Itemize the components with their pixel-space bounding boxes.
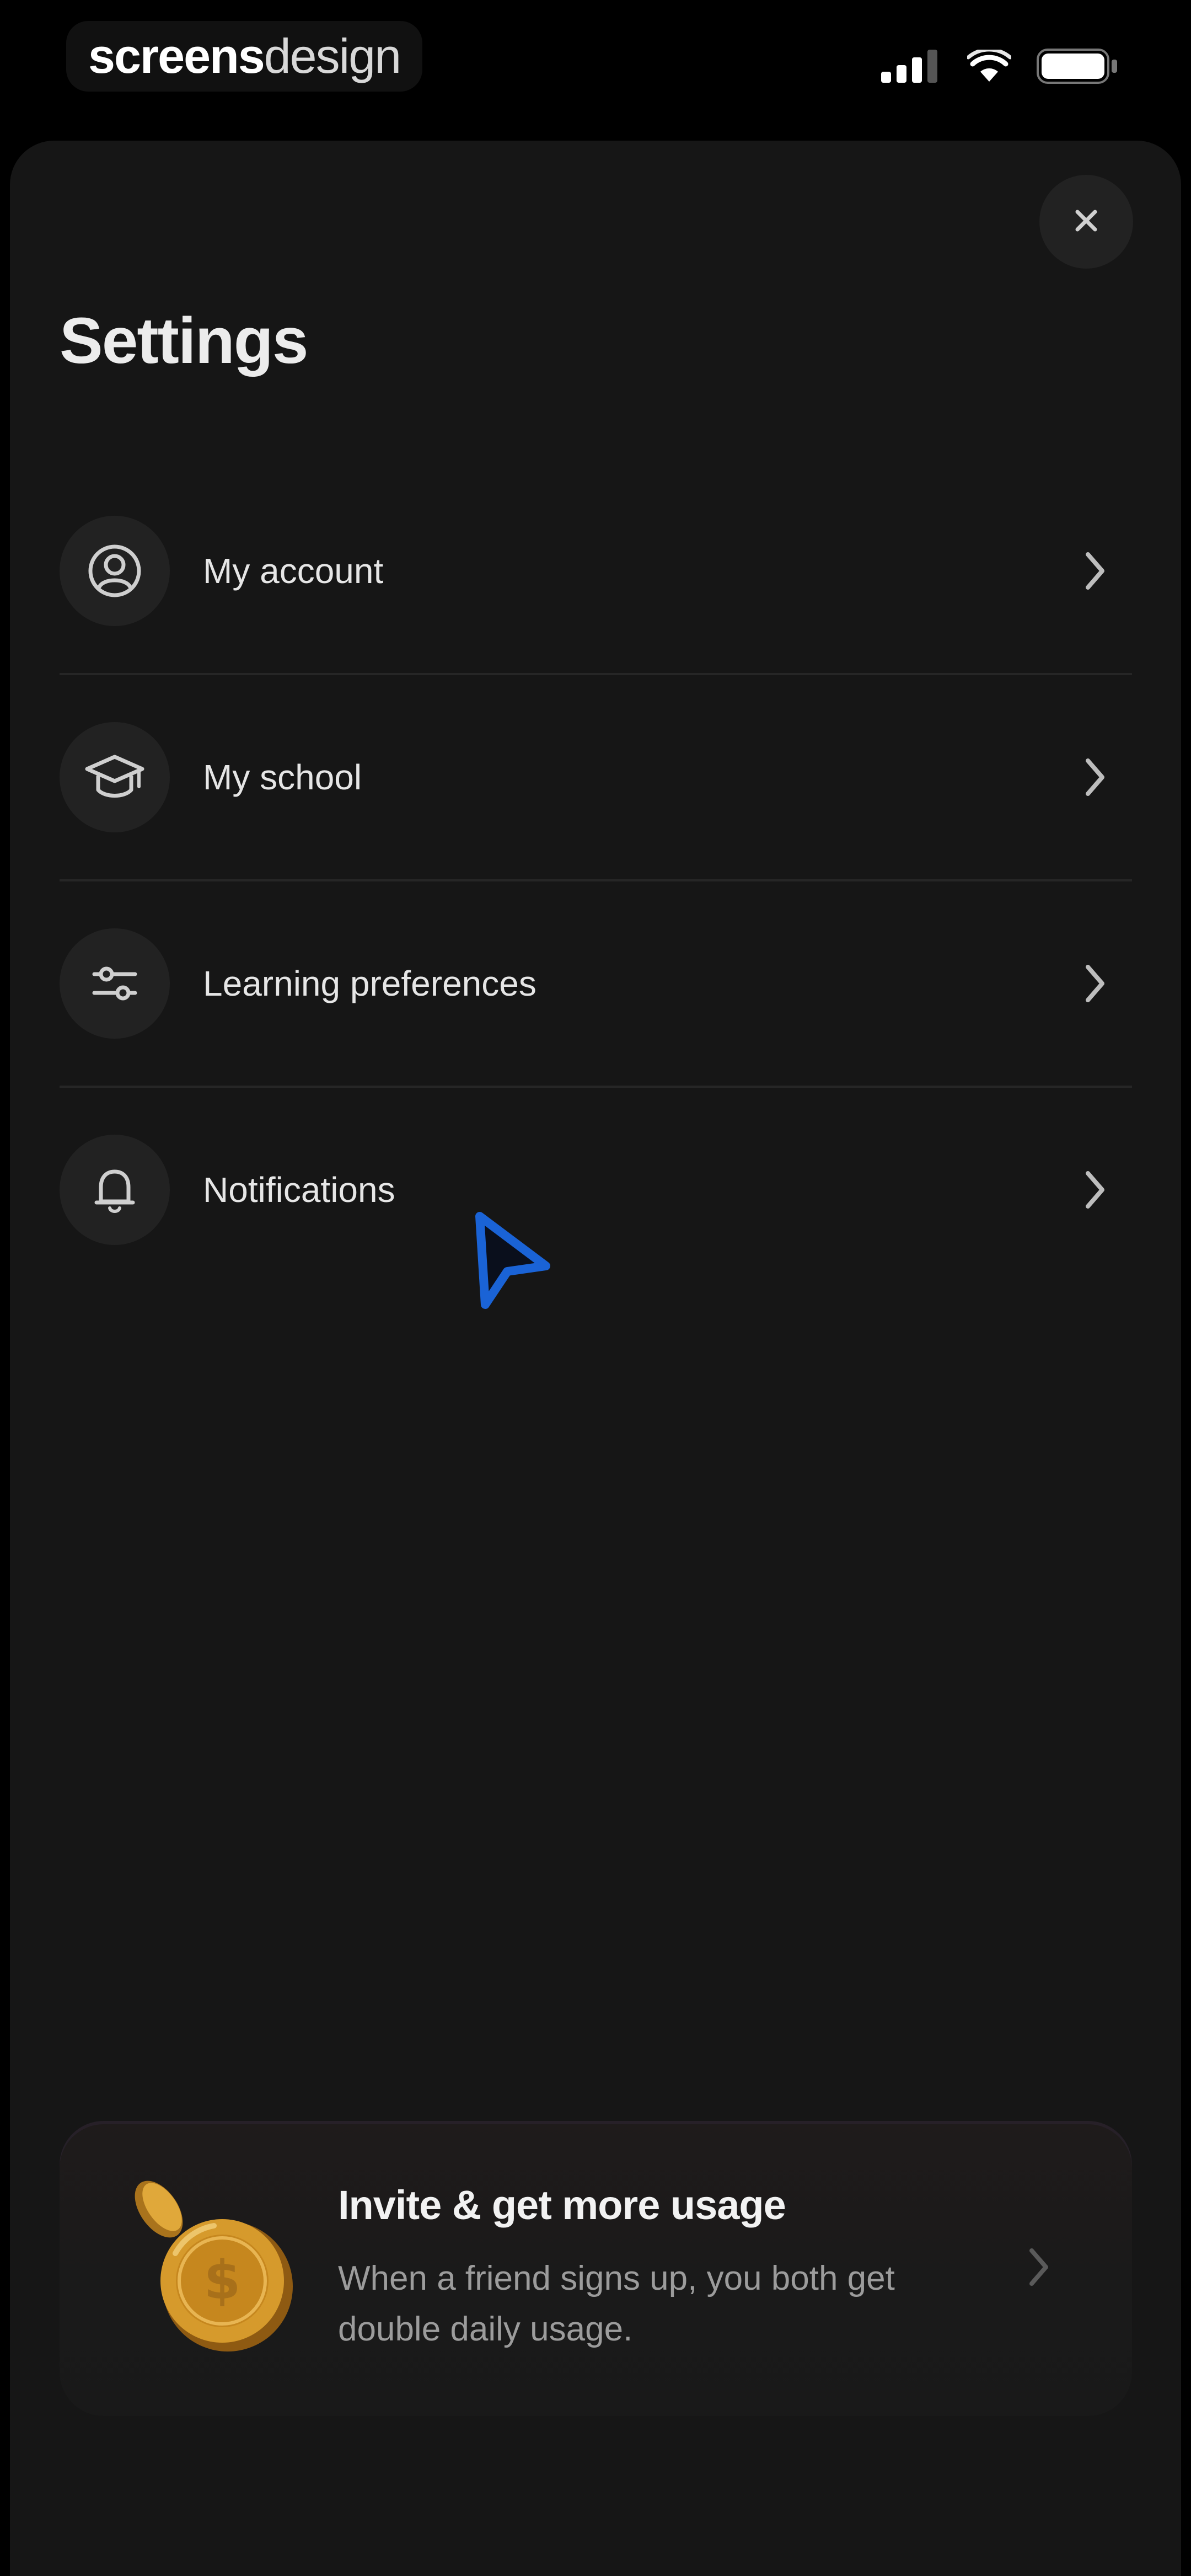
settings-item-my-school[interactable]: My school <box>60 673 1132 879</box>
settings-item-learning-preferences[interactable]: Learning preferences <box>60 879 1132 1086</box>
close-icon <box>1070 204 1103 240</box>
settings-menu: My account My school Learning preference… <box>60 469 1132 1292</box>
status-icons <box>881 47 1119 87</box>
coin-icon: $ <box>120 2171 308 2369</box>
close-button[interactable] <box>1039 175 1133 269</box>
settings-item-label: My account <box>203 551 384 591</box>
screen: screens design Settings My account My sc… <box>0 0 1191 2576</box>
chevron-right-icon <box>1067 956 1122 1011</box>
settings-item-notifications[interactable]: Notifications <box>60 1086 1132 1292</box>
svg-text:$: $ <box>204 2249 241 2311</box>
settings-item-my-account[interactable]: My account <box>60 469 1132 673</box>
graduation-cap-icon <box>60 722 170 832</box>
sliders-icon <box>60 928 170 1039</box>
signal-icon <box>881 50 942 85</box>
brand-watermark: screens design <box>66 21 423 92</box>
brand-strong-text: screens <box>88 29 265 83</box>
brand-light-text: design <box>264 29 401 83</box>
settings-item-label: Learning preferences <box>203 964 537 1003</box>
chevron-right-icon <box>1067 1162 1122 1217</box>
invite-title: Invite & get more usage <box>338 2182 786 2228</box>
bell-icon <box>60 1135 170 1245</box>
chevron-right-icon <box>1067 543 1122 598</box>
invite-card[interactable]: $ Invite & get more usage When a friend … <box>60 2121 1132 2416</box>
invite-description: When a friend signs up, you both get dou… <box>338 2259 895 2348</box>
status-bar: screens design <box>0 0 1191 127</box>
settings-item-label: Notifications <box>203 1170 395 1210</box>
chevron-right-icon <box>1067 750 1122 805</box>
wifi-icon <box>966 47 1012 85</box>
page-title: Settings <box>60 304 308 377</box>
chevron-right-icon <box>1011 2240 1066 2295</box>
settings-item-label: My school <box>203 757 362 797</box>
pointer-cursor-icon <box>463 1205 562 1316</box>
user-circle-icon <box>60 516 170 626</box>
battery-icon <box>1037 49 1119 87</box>
